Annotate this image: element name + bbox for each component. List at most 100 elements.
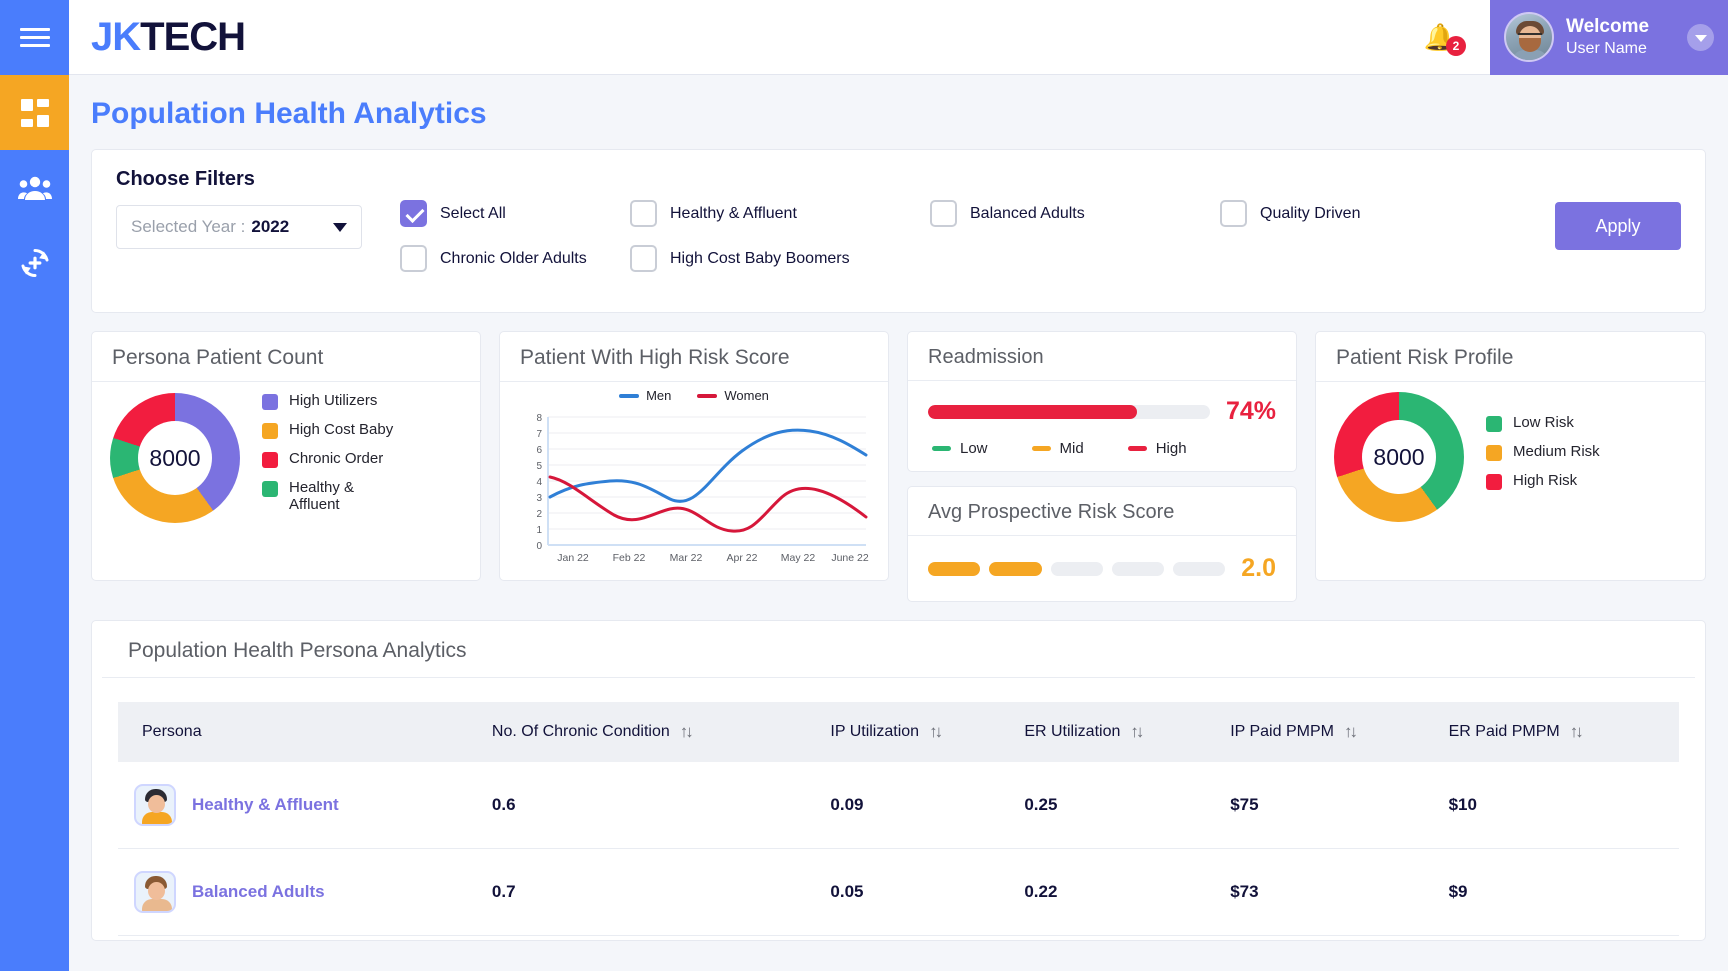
header-right: 🔔 2 Welcome User Name bbox=[1424, 0, 1728, 75]
sort-arrows-icon[interactable]: ↑↓ bbox=[1570, 722, 1584, 742]
svg-text:Feb 22: Feb 22 bbox=[613, 552, 646, 564]
svg-text:7: 7 bbox=[536, 429, 542, 440]
brand-logo-jk: JK bbox=[91, 14, 141, 59]
sidebar-item-population[interactable] bbox=[0, 150, 69, 225]
risk-score-segments bbox=[928, 561, 1226, 576]
col-label: Persona bbox=[142, 723, 202, 740]
cell-ip-util: 0.05 bbox=[830, 848, 1025, 936]
svg-text:3: 3 bbox=[536, 493, 542, 504]
col-label: ER Utilization bbox=[1024, 723, 1121, 740]
year-select-label: Selected Year : bbox=[131, 217, 246, 236]
donut-center-value: 8000 bbox=[1362, 420, 1436, 494]
table-row: Healthy & Affluent 0.6 0.09 0.25 $75 $10 bbox=[118, 762, 1679, 849]
sort-arrows-icon[interactable]: ↑↓ bbox=[929, 722, 943, 742]
sort-arrows-icon[interactable]: ↑↓ bbox=[1130, 722, 1144, 742]
card-title: Patient With High Risk Score bbox=[500, 332, 888, 382]
legend-item: Medium Risk bbox=[1486, 443, 1600, 461]
filter-checkbox-group: Select All Healthy & Affluent Balanced A… bbox=[400, 168, 1681, 290]
filter-row-1: Select All Healthy & Affluent Balanced A… bbox=[400, 200, 1681, 227]
mid-column: Readmission 74% Low Mid High Avg Prospec… bbox=[907, 331, 1297, 602]
risk-score-segment bbox=[1111, 561, 1164, 576]
svg-text:1: 1 bbox=[536, 525, 542, 536]
col-ip-utilization[interactable]: IP Utilization ↑↓ bbox=[830, 702, 1025, 762]
filter-row-2: Chronic Older Adults High Cost Baby Boom… bbox=[400, 245, 1681, 272]
legend-label: Mid bbox=[1059, 440, 1084, 457]
card-persona-analytics-table: Population Health Persona Analytics Pers… bbox=[91, 620, 1706, 941]
risk-score-value: 2.0 bbox=[1241, 554, 1276, 582]
sort-arrows-icon[interactable]: ↑↓ bbox=[1344, 722, 1358, 742]
checkbox-box bbox=[630, 245, 657, 272]
notifications-button[interactable]: 🔔 2 bbox=[1424, 24, 1466, 56]
svg-text:8: 8 bbox=[536, 413, 542, 424]
svg-text:6: 6 bbox=[536, 445, 542, 456]
checkbox-box bbox=[1220, 200, 1247, 227]
checkbox-select-all[interactable]: Select All bbox=[400, 200, 630, 227]
sidebar-item-dashboard[interactable] bbox=[0, 75, 69, 150]
year-select[interactable]: Selected Year : 2022 bbox=[116, 205, 362, 249]
cell-er-paid: $10 bbox=[1448, 762, 1679, 849]
svg-text:4: 4 bbox=[536, 477, 542, 488]
hamburger-menu-icon[interactable] bbox=[0, 0, 69, 75]
col-persona: Persona bbox=[118, 702, 492, 762]
svg-text:Mar 22: Mar 22 bbox=[670, 552, 703, 564]
readmission-bar-row: 74% bbox=[928, 397, 1276, 426]
brand-logo-tech: TECH bbox=[140, 14, 246, 59]
col-er-paid-pmpm[interactable]: ER Paid PMPM ↑↓ bbox=[1448, 702, 1679, 762]
user-profile-menu[interactable]: Welcome User Name bbox=[1490, 0, 1728, 75]
legend-label: High Cost Baby bbox=[289, 421, 394, 438]
people-group-icon bbox=[17, 176, 52, 200]
table-body: Healthy & Affluent 0.6 0.09 0.25 $75 $10 bbox=[118, 762, 1679, 936]
legend-swatch bbox=[932, 446, 951, 451]
persona-avatar-male bbox=[134, 871, 176, 913]
risk-score-segment bbox=[928, 561, 981, 576]
legend-label: Women bbox=[724, 388, 769, 403]
avatar bbox=[1504, 12, 1554, 62]
legend-label: High bbox=[1155, 440, 1187, 457]
apply-button[interactable]: Apply bbox=[1555, 202, 1681, 250]
col-label: IP Utilization bbox=[830, 723, 920, 740]
sort-arrows-icon[interactable]: ↑↓ bbox=[680, 722, 694, 742]
checkbox-chronic-older-adults[interactable]: Chronic Older Adults bbox=[400, 245, 630, 272]
legend-label: Men bbox=[646, 388, 672, 403]
checkbox-healthy-affluent[interactable]: Healthy & Affluent bbox=[630, 200, 930, 227]
legend-swatch bbox=[1486, 415, 1502, 432]
checkbox-box bbox=[930, 200, 957, 227]
checkbox-high-cost-baby-boomers[interactable]: High Cost Baby Boomers bbox=[630, 245, 930, 272]
svg-text:June 22: June 22 bbox=[831, 552, 869, 564]
col-er-utilization[interactable]: ER Utilization ↑↓ bbox=[1024, 702, 1231, 762]
profile-text: Welcome User Name bbox=[1566, 16, 1649, 58]
sidebar-item-refresh[interactable] bbox=[0, 225, 69, 300]
legend-label: Healthy & Affluent bbox=[289, 479, 355, 513]
risk-score-segment bbox=[1050, 561, 1103, 576]
checkbox-label: Quality Driven bbox=[1260, 204, 1361, 222]
persona-analytics-table: Persona No. Of Chronic Condition ↑↓ IP Ut… bbox=[118, 702, 1679, 936]
legend-swatch bbox=[1486, 473, 1502, 490]
filters-left: Choose Filters Selected Year : 2022 bbox=[116, 168, 362, 290]
card-patient-risk-profile: Patient Risk Profile 8000 Low Risk Mediu… bbox=[1315, 331, 1706, 581]
legend-item: Low bbox=[932, 440, 988, 457]
persona-link[interactable]: Balanced Adults bbox=[192, 882, 325, 902]
checkbox-quality-driven[interactable]: Quality Driven bbox=[1220, 200, 1480, 227]
legend-swatch bbox=[619, 393, 640, 398]
legend-swatch bbox=[262, 452, 278, 468]
line-chart-legend: Men Women bbox=[510, 388, 878, 403]
card-readmission: Readmission 74% Low Mid High bbox=[907, 331, 1297, 472]
cell-er-paid: $9 bbox=[1448, 848, 1679, 936]
legend-item: Mid bbox=[1031, 440, 1084, 457]
col-chronic-condition[interactable]: No. Of Chronic Condition ↑↓ bbox=[491, 702, 831, 762]
col-label: IP Paid PMPM bbox=[1230, 723, 1334, 740]
checkbox-balanced-adults[interactable]: Balanced Adults bbox=[930, 200, 1220, 227]
legend-item: Chronic Order bbox=[262, 450, 393, 468]
risk-score-body: 2.0 bbox=[908, 536, 1296, 601]
col-ip-paid-pmpm[interactable]: IP Paid PMPM ↑↓ bbox=[1230, 702, 1449, 762]
readmission-progress-fill bbox=[928, 404, 1137, 419]
card-title: Patient Risk Profile bbox=[1316, 332, 1705, 382]
brand-logo[interactable]: JK TECH bbox=[91, 14, 246, 60]
chevron-down-icon[interactable] bbox=[1687, 23, 1714, 51]
legend-label: High Utilizers bbox=[289, 392, 378, 409]
legend-swatch bbox=[1127, 446, 1147, 451]
persona-link[interactable]: Healthy & Affluent bbox=[192, 795, 339, 815]
card-persona-patient-count: Persona Patient Count 8000 High Utilizer… bbox=[91, 331, 481, 581]
svg-text:May 22: May 22 bbox=[781, 552, 816, 564]
card-title: Readmission bbox=[908, 332, 1296, 381]
